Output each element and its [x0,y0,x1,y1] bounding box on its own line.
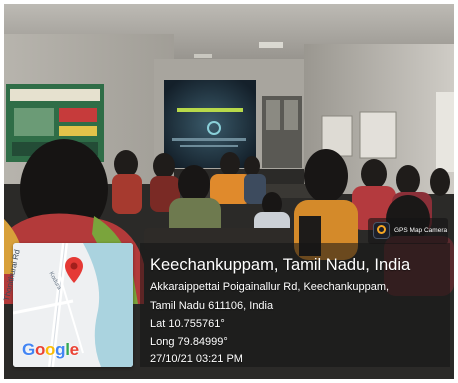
longitude: Long 79.84999° [150,336,228,348]
address-line-1: Akkaraippettai Poigainallur Rd, Keechank… [150,281,390,293]
app-name: GPS Map Camera [394,227,448,234]
place-title: Keechankuppam, Tamil Nadu, India [150,256,411,274]
google-logo: Google [22,340,79,359]
gps-map-camera-icon [373,222,390,239]
ceiling-light [194,54,212,58]
latitude: Lat 10.755761° [150,318,225,330]
address-line-2: Tamil Nadu 611106, India [150,300,274,312]
ceiling-light [259,42,283,48]
timestamp: 27/10/21 03:21 PM [150,353,243,365]
wall-panel [359,111,397,159]
window [436,92,454,172]
map-pin-icon [65,257,83,283]
